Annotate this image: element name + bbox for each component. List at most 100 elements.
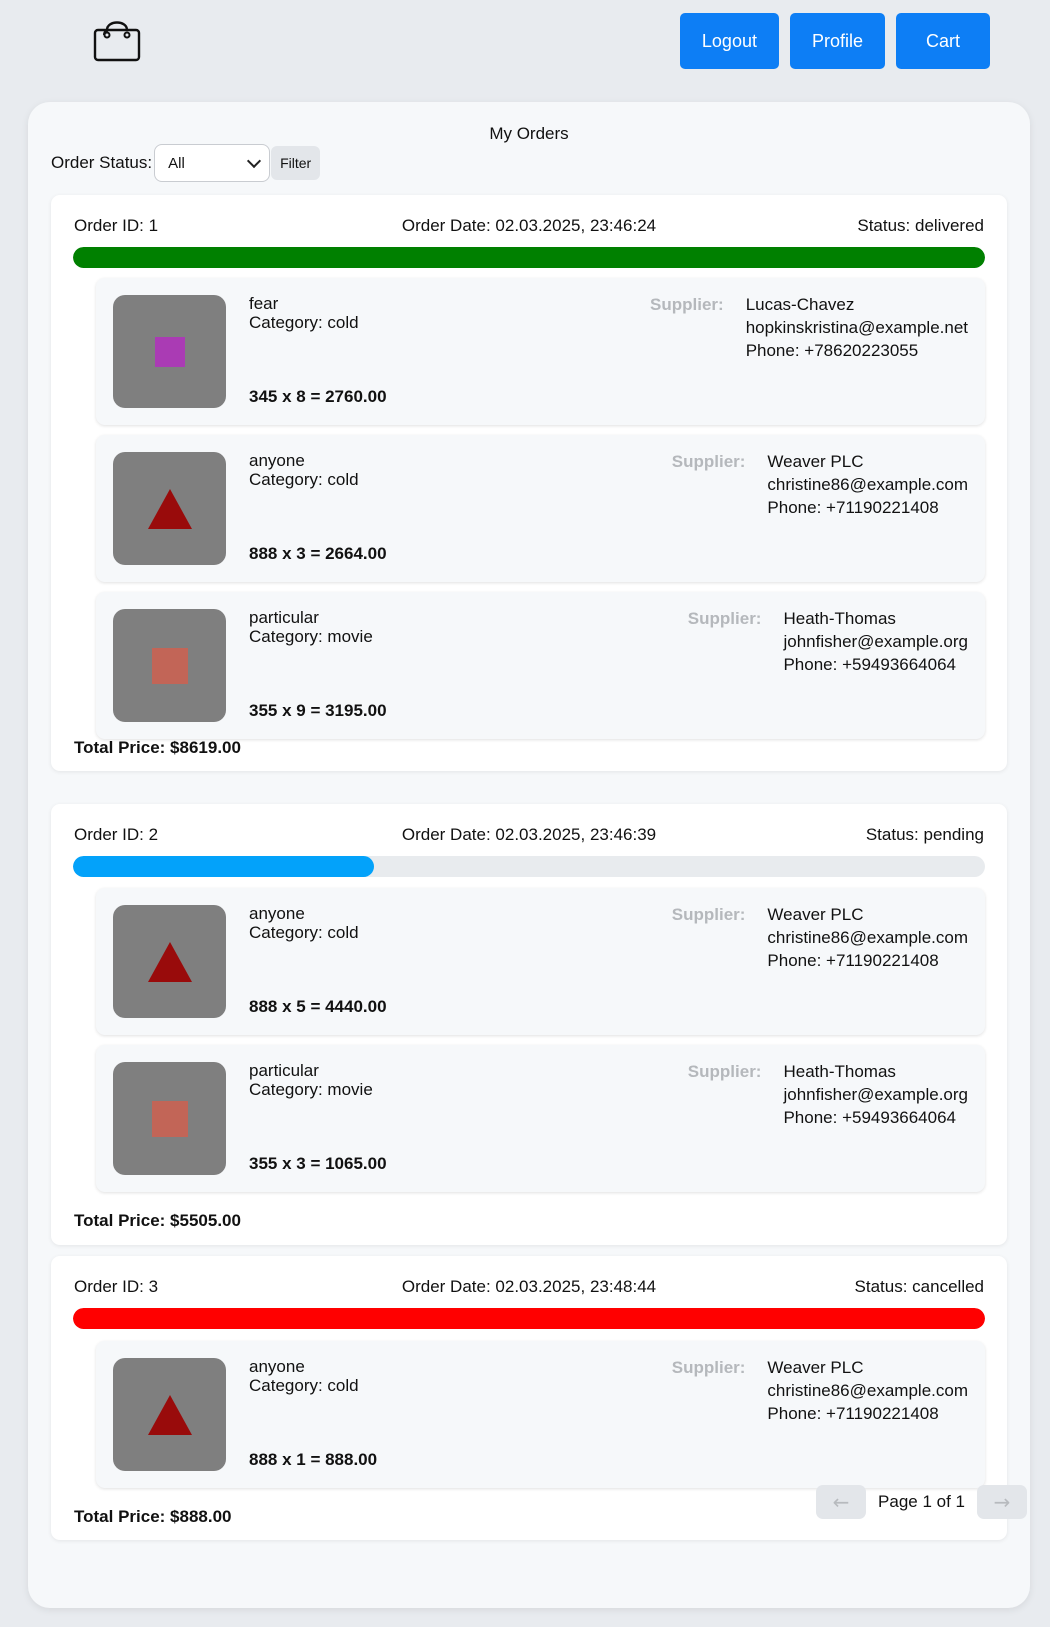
order-header: Order ID: 2 Order Date: 02.03.2025, 23:4… [74,825,984,847]
supplier-label: Supplier: [687,1062,762,1081]
supplier-label: Supplier: [650,295,724,314]
product-shape-square [151,647,188,684]
item-price: 345 x 8 = 2760.00 [249,387,387,406]
supplier-email: christine86@example.com [767,928,968,947]
supplier-label: Supplier: [687,609,762,628]
order-item: particular Category: movie 355 x 9 = 319… [96,592,985,739]
supplier-label: Supplier: [671,905,746,924]
product-category: Category: cold [249,313,359,332]
cart-button[interactable]: Cart [896,13,990,69]
next-page-button[interactable]: → [977,1485,1027,1519]
item-price: 355 x 3 = 1065.00 [249,1154,387,1173]
product-category: Category: movie [249,1080,373,1099]
supplier-label: Supplier: [671,1358,746,1377]
supplier-phone: Phone: +71190221408 [767,498,939,517]
order-progress-bar [73,247,985,268]
order-item: anyone Category: cold 888 x 5 = 4440.00 … [96,888,985,1035]
order-progress-fill [73,1308,985,1329]
order-card: Order ID: 1 Order Date: 02.03.2025, 23:4… [51,195,1007,771]
supplier-name: Heath-Thomas [783,1062,896,1081]
top-bar: Logout Profile Cart [0,0,1050,100]
item-price: 888 x 3 = 2664.00 [249,544,387,563]
product-shape-square [151,1100,188,1137]
filter-button[interactable]: Filter [271,146,321,180]
supplier-email: johnfisher@example.org [783,632,968,651]
product-name: particular [249,608,319,627]
supplier-email: christine86@example.com [767,1381,968,1400]
order-progress-bar [73,856,985,877]
product-shape-triangle [147,1394,192,1435]
product-image [113,905,226,1018]
order-item: fear Category: cold 345 x 8 = 2760.00 Su… [96,278,985,425]
supplier-email: johnfisher@example.org [783,1085,968,1104]
supplier-email: christine86@example.com [767,475,968,494]
order-progress-bar [73,1308,985,1329]
supplier-email: hopkinskristina@example.net [745,318,968,337]
product-image [113,1062,226,1175]
order-header: Order ID: 1 Order Date: 02.03.2025, 23:4… [74,216,984,238]
product-category: Category: cold [249,470,359,489]
chevron-down-icon [247,153,262,168]
page-title: My Orders [489,124,569,143]
product-shape-square [154,336,185,367]
product-category: Category: cold [249,1376,359,1395]
product-shape-triangle [147,941,192,982]
profile-button[interactable]: Profile [789,13,885,69]
order-total: Total Price: $8619.00 [74,738,241,757]
shopping-bag-icon[interactable] [93,18,143,64]
supplier-name: Lucas-Chavez [745,295,855,314]
supplier-info: Supplier: Heath-Thomas johnfisher@exampl… [688,607,968,676]
order-status-label: Order Status: [51,153,153,172]
order-progress-fill [73,247,985,268]
order-status-selected: All [168,154,185,172]
orders-panel: My Orders Order Status: All Filter Order… [28,102,1030,1608]
order-item: particular Category: movie 355 x 3 = 106… [96,1045,985,1192]
supplier-phone: Phone: +59493664064 [783,655,957,674]
product-image [113,609,226,722]
order-date: Order Date: 02.03.2025, 23:46:24 [401,216,657,235]
logout-button[interactable]: Logout [679,13,779,69]
pagination: ← Page 1 of 1 → [816,1485,1027,1519]
product-name: anyone [249,451,305,470]
prev-page-button[interactable]: ← [816,1485,867,1519]
supplier-name: Heath-Thomas [783,609,896,628]
order-total: Total Price: $888.00 [74,1507,232,1526]
supplier-phone: Phone: +59493664064 [783,1108,957,1127]
top-nav: Logout Profile Cart [679,13,990,69]
order-status: Status: delivered [857,216,984,235]
order-status: Status: cancelled [854,1277,984,1296]
order-item: anyone Category: cold 888 x 3 = 2664.00 … [96,435,985,582]
item-price: 355 x 9 = 3195.00 [249,701,387,720]
supplier-info: Supplier: Heath-Thomas johnfisher@exampl… [688,1060,968,1129]
supplier-info: Supplier: Weaver PLC christine86@example… [672,1356,968,1425]
product-name: anyone [249,1357,305,1376]
supplier-name: Weaver PLC [767,905,864,924]
product-name: particular [249,1061,319,1080]
order-date: Order Date: 02.03.2025, 23:48:44 [401,1277,657,1296]
product-name: anyone [249,904,305,923]
item-price: 888 x 5 = 4440.00 [249,997,387,1016]
product-category: Category: cold [249,923,359,942]
product-image [113,295,226,408]
order-status-select[interactable]: All [154,144,271,182]
order-item: anyone Category: cold 888 x 1 = 888.00 S… [96,1341,985,1488]
order-total: Total Price: $5505.00 [74,1211,241,1230]
order-date: Order Date: 02.03.2025, 23:46:39 [401,825,657,844]
item-price: 888 x 1 = 888.00 [249,1450,378,1469]
order-progress-fill [73,856,374,877]
supplier-label: Supplier: [671,452,746,471]
product-category: Category: movie [249,627,373,646]
supplier-info: Supplier: Weaver PLC christine86@example… [672,450,968,519]
order-header: Order ID: 3 Order Date: 02.03.2025, 23:4… [74,1277,984,1299]
order-card: Order ID: 2 Order Date: 02.03.2025, 23:4… [51,804,1007,1245]
supplier-phone: Phone: +78620223055 [745,341,919,360]
supplier-name: Weaver PLC [767,1358,864,1377]
product-image [113,1358,226,1471]
filter-row: Order Status: All Filter [51,144,321,182]
supplier-info: Supplier: Weaver PLC christine86@example… [672,903,968,972]
supplier-phone: Phone: +71190221408 [767,1404,939,1423]
supplier-name: Weaver PLC [767,452,864,471]
supplier-info: Supplier: Lucas-Chavez hopkinskristina@e… [650,293,968,362]
supplier-phone: Phone: +71190221408 [767,951,939,970]
product-shape-triangle [147,488,192,529]
